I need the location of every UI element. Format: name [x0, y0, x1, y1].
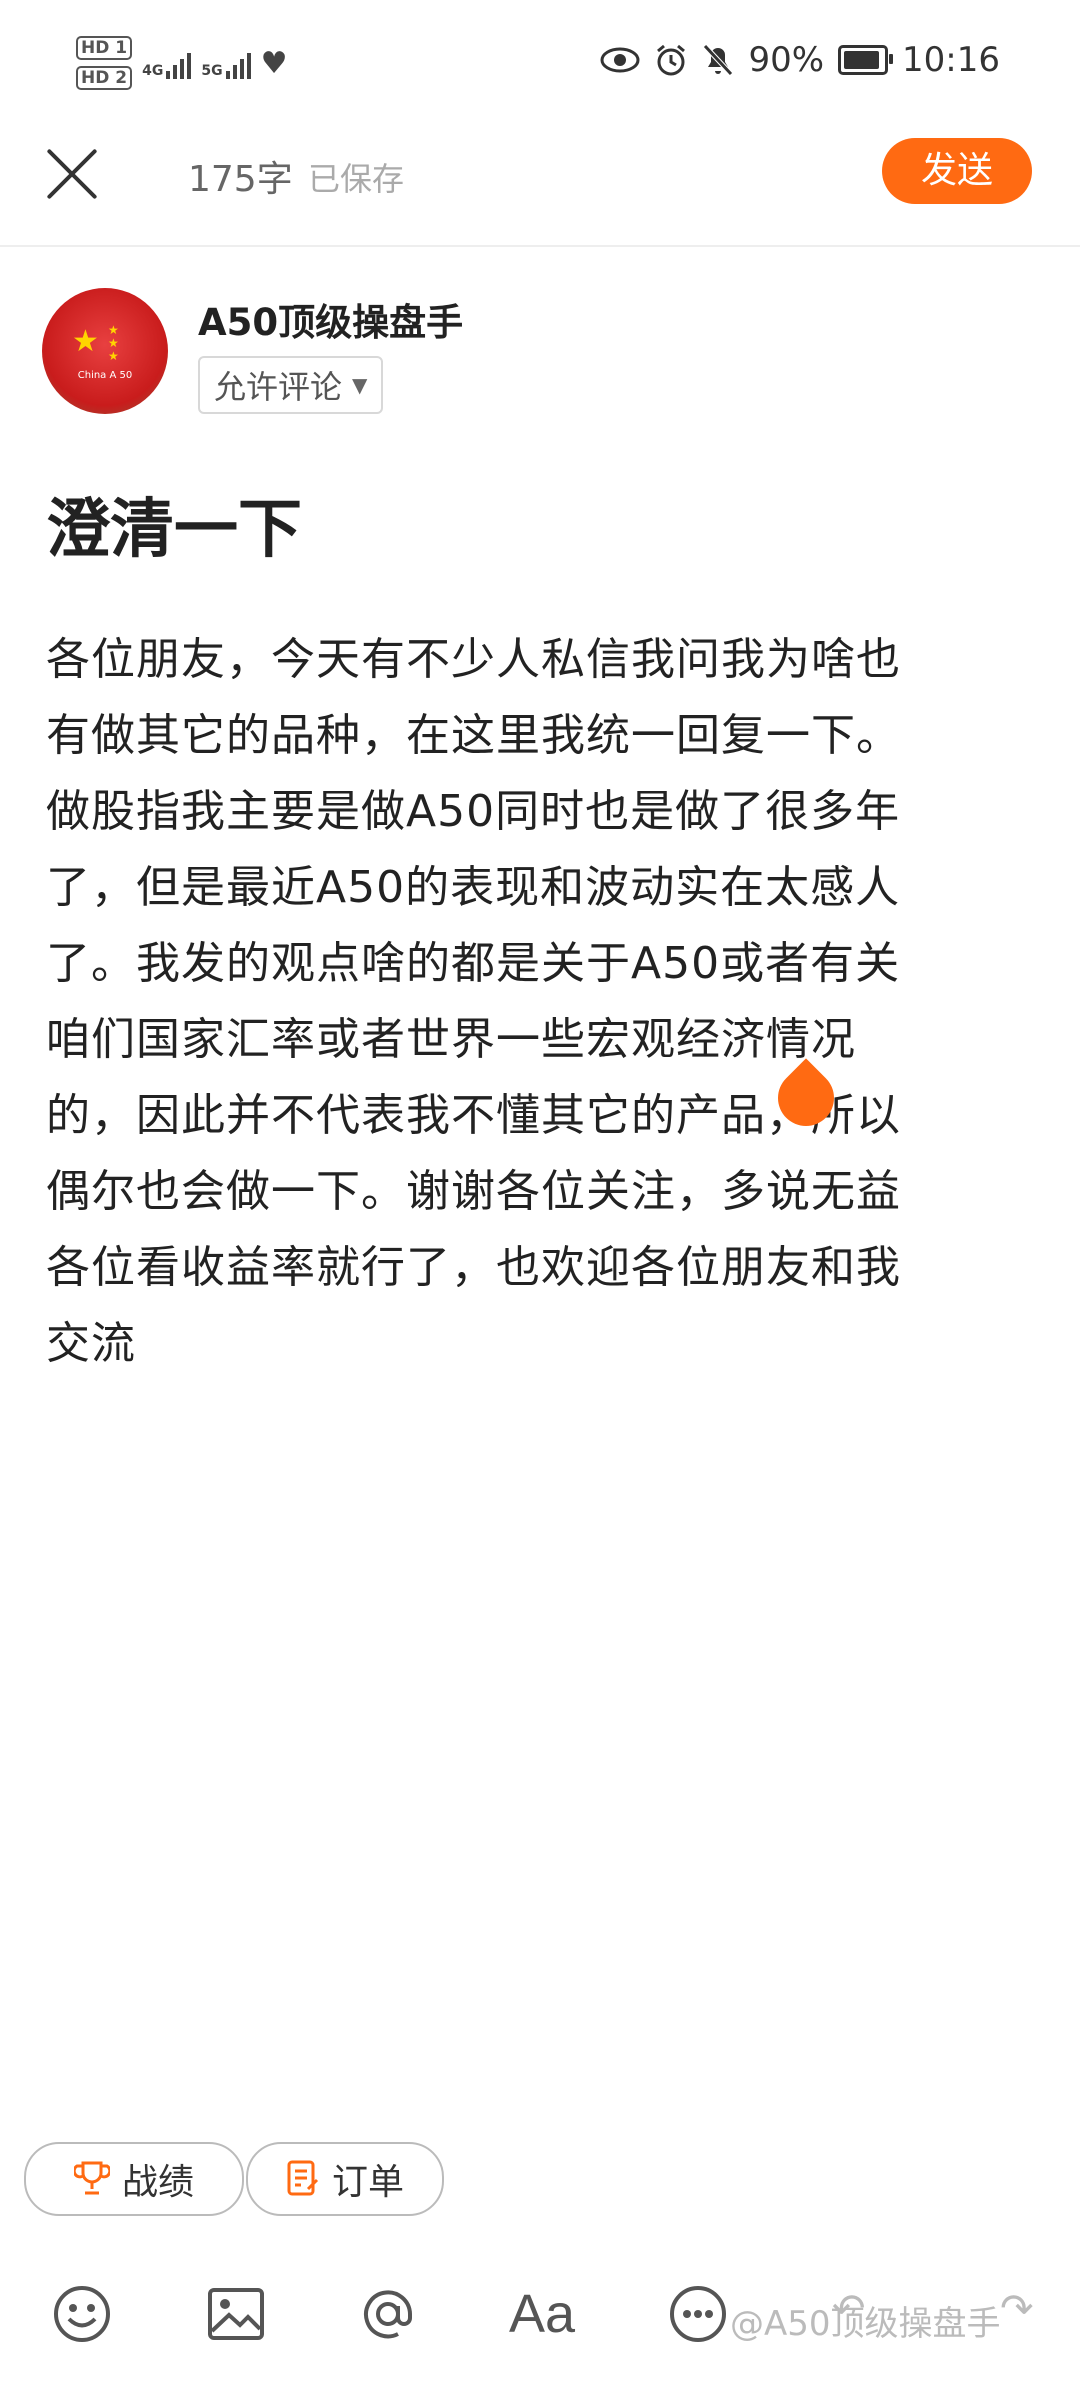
- body-line: 偶尔也会做一下。谢谢各位关注，多说无益: [46, 1166, 901, 1217]
- send-button[interactable]: 发送: [882, 138, 1032, 204]
- body-line: 了。我发的观点啥的都是关于A50或者有关: [46, 938, 901, 989]
- order-chip-button[interactable]: 订单: [246, 2142, 444, 2216]
- body-line: 做股指我主要是做A50同时也是做了很多年: [46, 786, 901, 837]
- editor-header: 175字 已保存 发送: [0, 130, 1080, 247]
- save-status: 已保存: [308, 160, 405, 198]
- caret-down-icon: ▼: [352, 373, 368, 397]
- redo-icon[interactable]: ↷: [1000, 2286, 1060, 2336]
- more-icon: [670, 2286, 726, 2342]
- alarm-icon: [657, 44, 686, 76]
- battery-percent: 90%: [748, 40, 825, 80]
- eye-icon: [600, 47, 640, 73]
- network-4g-label: 4G: [142, 63, 164, 79]
- record-chip-label: 战绩: [121, 2162, 194, 2203]
- hd-indicators: HD 1 HD 2: [76, 36, 133, 90]
- close-icon[interactable]: [42, 144, 102, 204]
- signal-bars-icon: [225, 47, 251, 79]
- body-line: 了，但是最近A50的表现和波动实在太感人: [46, 862, 901, 913]
- network-5g: 5G: [201, 47, 251, 79]
- avatar[interactable]: ★ ★ ★ ★ China A 50: [42, 288, 168, 414]
- flag-star-icon: ★: [72, 324, 99, 359]
- body-line: 咱们国家汇率或者世界一些宏观经济情况: [46, 1014, 856, 1065]
- avatar-caption: China A 50: [77, 370, 133, 381]
- signal-bars-icon: [166, 47, 192, 79]
- body-line: 交流: [46, 1318, 136, 1369]
- body-line: 的，因此并不代表我不懂其它的产品，所以: [46, 1090, 901, 1141]
- author-name: A50顶级操盘手: [198, 301, 464, 344]
- hd2-badge: HD 2: [76, 66, 133, 90]
- comment-permission-dropdown[interactable]: 允许评论 ▼: [198, 356, 384, 414]
- clock: 10:16: [902, 40, 1000, 80]
- flag-small-stars-icon: ★ ★ ★: [108, 323, 119, 363]
- status-bar: HD 1 HD 2 4G 5G ♥ 90% 10:16: [0, 0, 1080, 130]
- status-left: HD 1 HD 2 4G 5G ♥: [76, 36, 287, 90]
- mute-bell-icon: [703, 44, 734, 76]
- health-heart-icon: ♥: [260, 45, 288, 81]
- comment-permission-label: 允许评论: [214, 368, 343, 406]
- font-format-button[interactable]: Aa: [506, 2278, 578, 2350]
- hd1-badge: HD 1: [76, 36, 133, 60]
- image-icon: [208, 2288, 264, 2340]
- order-document-icon: [287, 2160, 319, 2196]
- status-right: 90% 10:16: [600, 40, 1000, 80]
- emoji-icon: [54, 2286, 110, 2342]
- post-body-editor[interactable]: 各位朋友，今天有不少人私信我问我为啥也 有做其它的品种，在这里我统一回复一下。 …: [46, 622, 1026, 1382]
- network-4g: 4G: [142, 47, 192, 79]
- more-button[interactable]: [662, 2278, 734, 2350]
- trophy-icon: [73, 2161, 110, 2195]
- battery-icon: [838, 45, 894, 75]
- watermark: @A50顶级操盘手: [730, 2304, 1001, 2344]
- image-button[interactable]: [200, 2278, 272, 2350]
- order-chip-label: 订单: [331, 2162, 404, 2203]
- body-line: 各位看收益率就行了，也欢迎各位朋友和我: [46, 1242, 901, 1293]
- body-line: 各位朋友，今天有不少人私信我问我为啥也: [46, 634, 901, 685]
- mention-button[interactable]: [352, 2278, 424, 2350]
- post-title[interactable]: 澄清一下: [46, 478, 302, 570]
- word-count: 175字: [188, 159, 293, 200]
- body-line: 有做其它的品种，在这里我统一回复一下。: [46, 710, 901, 761]
- at-icon: [364, 2290, 412, 2339]
- emoji-button[interactable]: [46, 2278, 118, 2350]
- network-5g-label: 5G: [201, 63, 223, 79]
- record-chip-button[interactable]: 战绩: [24, 2142, 244, 2216]
